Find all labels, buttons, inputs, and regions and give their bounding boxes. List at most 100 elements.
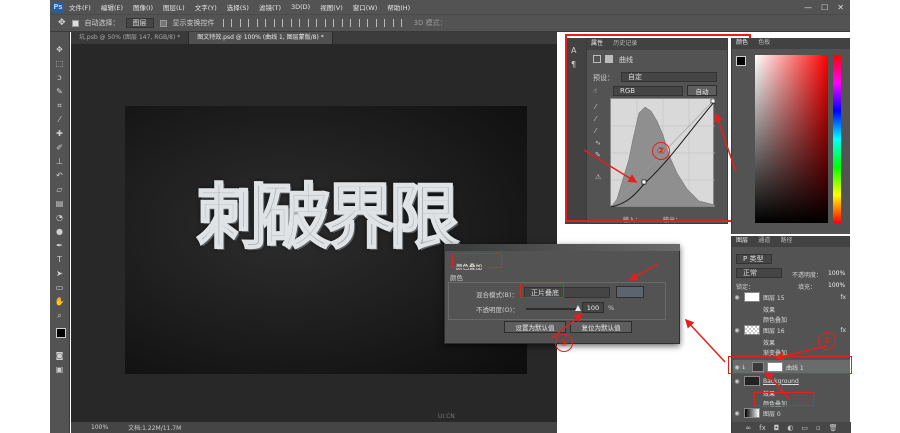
align-bottom-icon[interactable] [256, 19, 266, 27]
fx-icon[interactable]: fx [840, 327, 850, 334]
move-tool-icon[interactable]: ✥ [54, 44, 65, 55]
auto-select-dropdown[interactable]: 图层 [125, 18, 154, 28]
tab-color[interactable]: 颜色 [732, 38, 752, 48]
close-button[interactable]: ✕ [837, 3, 844, 12]
menu-view[interactable]: 视图(V) [315, 2, 348, 12]
layer-name: 图层 15 [763, 294, 785, 302]
menu-window[interactable]: 窗口(W) [348, 2, 383, 12]
stamp-tool-icon[interactable]: ⊥ [54, 156, 65, 167]
mode-3d-label: 3D 模式： [413, 19, 447, 27]
eraser-tool-icon[interactable]: ▱ [54, 184, 65, 195]
menu-type[interactable]: 文字(Y) [190, 2, 222, 12]
menu-select[interactable]: 选择(S) [222, 2, 254, 12]
menu-filter[interactable]: 滤镜(T) [254, 2, 286, 12]
maximize-button[interactable]: ☐ [821, 3, 828, 12]
show-transform-checkbox[interactable] [159, 19, 167, 27]
menu-layer[interactable]: 图层(L) [158, 2, 190, 12]
layer-row[interactable]: ◉ 图层 0 [733, 406, 850, 420]
tab-channels[interactable]: 通道 [754, 236, 774, 246]
layers-footer: ∞ fx ◘ ◐ ▭ ▫ 🗑 [732, 422, 851, 433]
link-layers-icon[interactable]: ∞ [745, 424, 751, 432]
color-foreground-swatch[interactable] [736, 56, 746, 66]
opacity-value[interactable]: 100% [828, 270, 845, 277]
minimize-button[interactable]: — [804, 3, 812, 12]
auto-select-label: 自动选择： [84, 19, 120, 27]
pen-tool-icon[interactable]: ✒ [54, 240, 65, 251]
status-bar: 100% 文档:1.22M/11.7M [71, 422, 557, 433]
menu-3d[interactable]: 3D(D) [286, 3, 315, 11]
layer-thumbnail [744, 325, 760, 335]
healing-brush-tool-icon[interactable]: ✚ [54, 128, 65, 139]
align-top-icon[interactable] [222, 19, 232, 27]
screen-mode-icon[interactable]: ▣ [54, 364, 65, 375]
lasso-tool-icon[interactable]: ↄ [54, 72, 65, 83]
distribute-bottom-icon[interactable] [358, 19, 368, 27]
new-adjustment-icon[interactable]: ◐ [787, 424, 793, 432]
color-picker-field[interactable] [755, 55, 828, 223]
set-default-button[interactable]: 设置为默认值 [504, 321, 566, 333]
visibility-eye-icon[interactable]: ◉ [733, 327, 741, 334]
add-style-icon[interactable]: fx [759, 424, 766, 432]
distribute-left-icon[interactable] [375, 19, 385, 27]
menu-help[interactable]: 帮助(H) [382, 2, 415, 12]
dodge-tool-icon[interactable]: ● [54, 226, 65, 237]
type-tool-icon[interactable]: T [54, 254, 65, 265]
foreground-color-swatch[interactable] [56, 328, 66, 338]
distribute-center-icon[interactable] [392, 19, 402, 27]
path-select-tool-icon[interactable]: ➤ [54, 268, 65, 279]
visibility-eye-icon[interactable]: ◉ [733, 410, 741, 417]
move-tool-icon[interactable]: ✥ [58, 18, 66, 28]
fx-icon[interactable]: fx [840, 294, 850, 301]
quick-mask-icon[interactable]: ◙ [54, 350, 65, 361]
visibility-eye-icon[interactable]: ◉ [733, 378, 741, 385]
distribute-middle-icon[interactable] [341, 19, 351, 27]
menu-file[interactable]: 文件(F) [64, 2, 96, 12]
visibility-eye-icon[interactable]: ◉ [733, 294, 741, 301]
quick-select-tool-icon[interactable]: ✎ [54, 86, 65, 97]
reset-default-button[interactable]: 复位为默认值 [570, 321, 632, 333]
marquee-tool-icon[interactable]: ⬚ [54, 58, 65, 69]
dialog-header-bar [444, 244, 680, 251]
tab-layers[interactable]: 图层 [732, 236, 752, 246]
annotation-box-blend-mode [520, 283, 564, 298]
overlay-color-swatch[interactable] [616, 286, 644, 298]
align-right-icon[interactable] [307, 19, 317, 27]
gradient-tool-icon[interactable]: ▤ [54, 198, 65, 209]
annotation-box-color-overlay [754, 392, 814, 406]
tab-document-2[interactable]: 图文特效.psd @ 100% (曲线 1, 图层蒙版/8) * [189, 32, 333, 44]
fill-value[interactable]: 100% [828, 282, 845, 289]
new-group-icon[interactable]: ▭ [801, 424, 808, 432]
tab-document-1[interactable]: 坑.psb @ 50% (图层 147, RGB/8) * [71, 32, 190, 44]
opacity-input[interactable]: 100 [582, 302, 604, 313]
tab-paths[interactable]: 路径 [777, 236, 797, 246]
opacity-label: 不透明度： [792, 272, 823, 279]
eyedropper-tool-icon[interactable]: ⁄ [54, 114, 65, 125]
shape-tool-icon[interactable]: ▭ [54, 282, 65, 293]
zoom-level[interactable]: 100% [91, 424, 108, 431]
align-middle-icon[interactable] [239, 19, 249, 27]
layer-filter-dropdown[interactable]: P 类型 [736, 254, 772, 264]
brush-tool-icon[interactable]: ✐ [54, 142, 65, 153]
annotation-box-dialog-title [452, 253, 502, 268]
crop-tool-icon[interactable]: ⌗ [54, 100, 65, 111]
distribute-top-icon[interactable] [324, 19, 334, 27]
blend-mode-dropdown[interactable]: 正常 [736, 268, 782, 278]
menu-image[interactable]: 图像(I) [128, 2, 158, 12]
menu-edit[interactable]: 编辑(E) [96, 2, 128, 12]
blur-tool-icon[interactable]: ◔ [54, 212, 65, 223]
new-layer-icon[interactable]: ▫ [816, 424, 821, 432]
align-center-icon[interactable] [290, 19, 300, 27]
properties-highlight-box [565, 34, 751, 222]
opacity-slider-track[interactable] [526, 305, 581, 311]
add-mask-icon[interactable]: ◘ [774, 424, 780, 432]
auto-select-checkbox[interactable] [71, 19, 79, 27]
tab-swatches[interactable]: 色板 [754, 38, 774, 48]
delete-layer-icon[interactable]: 🗑 [829, 424, 838, 432]
layer-name: Background [763, 377, 799, 385]
zoom-tool-icon[interactable]: ⌕ [54, 310, 65, 321]
hue-slider[interactable] [833, 55, 841, 223]
hand-tool-icon[interactable]: ✋ [54, 296, 65, 307]
opacity-slider-thumb[interactable] [575, 305, 581, 311]
history-brush-tool-icon[interactable]: ↶ [54, 170, 65, 181]
align-left-icon[interactable] [273, 19, 283, 27]
